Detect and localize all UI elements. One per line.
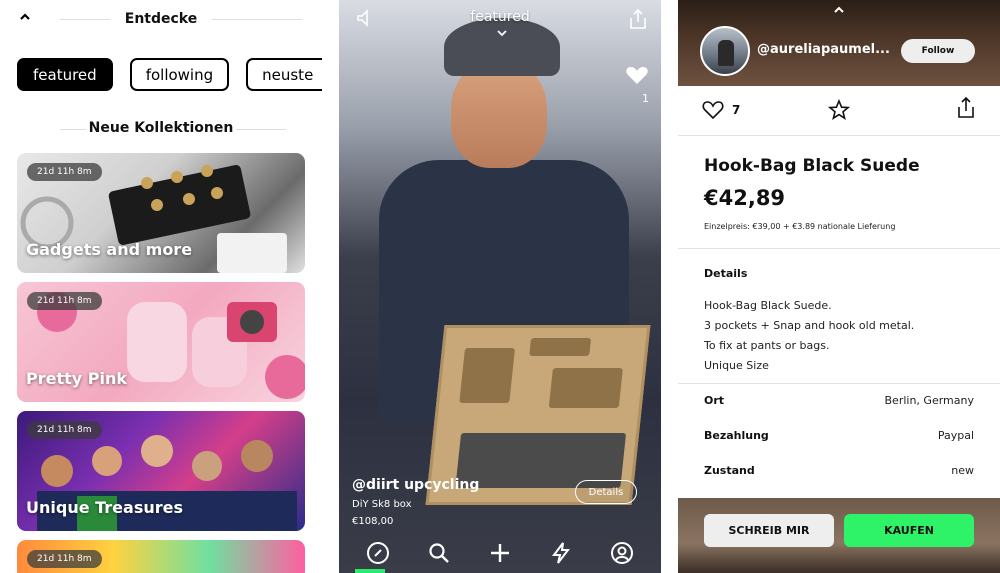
video-screen: featured 1 @diirt upcycling DiY Sk8 box … (339, 0, 661, 573)
heart-icon[interactable] (625, 64, 649, 86)
tab-bar (339, 533, 661, 573)
collection-card[interactable]: 21d 11h 8m (17, 540, 305, 573)
share-icon[interactable] (955, 96, 977, 120)
share-icon[interactable] (627, 8, 649, 30)
compass-icon (366, 542, 389, 564)
follow-button[interactable]: Follow (901, 39, 975, 63)
like-count: 7 (732, 103, 741, 117)
product-screen: @aureliapaumel... Follow 7 Hook-Bag Blac… (678, 0, 1000, 573)
plus-icon (490, 544, 509, 562)
product-name: DiY Sk8 box (352, 499, 412, 510)
section-header: Neue Kollektionen (0, 118, 322, 140)
video-info: @diirt upcycling DiY Sk8 box €108,00 (352, 477, 479, 527)
countdown-badge: 21d 11h 8m (27, 550, 102, 568)
details-button[interactable]: Details (575, 480, 637, 504)
info-value: Berlin, Germany (884, 394, 974, 407)
collection-title: Gadgets and more (26, 240, 193, 259)
divider (678, 248, 1000, 249)
heart-icon[interactable] (702, 100, 724, 120)
chevron-up-icon[interactable] (833, 4, 845, 16)
product-price: €42,89 (704, 186, 786, 210)
price-note: Einzelpreis: €39,00 + €3.89 nationale Li… (704, 222, 896, 231)
video-header: featured (339, 0, 661, 40)
tab-profile[interactable] (607, 538, 637, 568)
product-price: €108,00 (352, 516, 394, 527)
buy-button[interactable]: KAUFEN (844, 514, 974, 547)
video-person-head (451, 60, 547, 168)
details-line: Unique Size (704, 359, 769, 372)
info-key: Bezahlung (704, 429, 769, 442)
chevron-down-icon[interactable] (497, 28, 507, 38)
info-value: new (951, 464, 974, 477)
seller-username[interactable]: @diirt upcycling (352, 477, 479, 493)
info-row-location: Ort Berlin, Germany (704, 394, 974, 410)
divider (212, 19, 302, 20)
like-count: 1 (642, 92, 649, 105)
active-tab-indicator (355, 569, 385, 573)
details-line: 3 pockets + Snap and hook old metal. (704, 319, 915, 332)
message-button[interactable]: SCHREIB MIR (704, 514, 834, 547)
discover-header: Entdecke (0, 0, 322, 40)
tab-activity[interactable] (546, 538, 576, 568)
section-title: Neue Kollektionen (88, 120, 234, 136)
countdown-badge: 21d 11h 8m (27, 292, 102, 310)
info-key: Zustand (704, 464, 755, 477)
info-row-condition: Zustand new (704, 464, 974, 480)
feed-title[interactable]: featured (339, 9, 661, 25)
info-value: Paypal (937, 429, 974, 442)
product-actions: 7 (678, 86, 1000, 136)
discover-screen: Entdecke featured following neuste Neue … (0, 0, 322, 573)
details-line: To fix at pants or bags. (704, 339, 830, 352)
countdown-badge: 21d 11h 8m (27, 421, 102, 439)
tab-add[interactable] (485, 538, 515, 568)
profile-icon (611, 542, 634, 564)
details-line: Hook-Bag Black Suede. (704, 299, 832, 312)
collection-card[interactable]: 21d 11h 8m Pretty Pink (17, 282, 305, 402)
tab-explore[interactable] (363, 538, 393, 568)
info-key: Ort (704, 394, 725, 407)
purchase-bar: SCHREIB MIR KAUFEN (678, 498, 1000, 573)
seller-username[interactable]: @aureliapaumel... (757, 42, 890, 57)
collection-title: Unique Treasures (26, 498, 184, 517)
star-icon[interactable] (828, 99, 850, 121)
chip-newest[interactable]: neuste (246, 58, 322, 91)
divider (236, 129, 286, 130)
countdown-badge: 21d 11h 8m (27, 163, 102, 181)
details-text: Hook-Bag Black Suede. 3 pockets + Snap a… (704, 296, 914, 376)
seller-hero: @aureliapaumel... Follow (678, 0, 1000, 86)
chip-featured[interactable]: featured (17, 58, 113, 91)
avatar[interactable] (700, 26, 750, 76)
collection-card[interactable]: 21d 11h 8m Unique Treasures (17, 411, 305, 531)
collection-title: Pretty Pink (26, 369, 128, 388)
lightning-icon (552, 542, 571, 564)
search-icon (429, 543, 449, 563)
divider (678, 383, 1000, 384)
filter-chips: featured following neuste (17, 58, 322, 92)
details-heading: Details (704, 267, 748, 280)
collection-card[interactable]: 21d 11h 8m Gadgets and more (17, 153, 305, 273)
product-title: Hook-Bag Black Suede (704, 156, 920, 176)
tab-search[interactable] (424, 538, 454, 568)
info-row-payment: Bezahlung Paypal (704, 429, 974, 445)
chip-following[interactable]: following (129, 58, 230, 91)
